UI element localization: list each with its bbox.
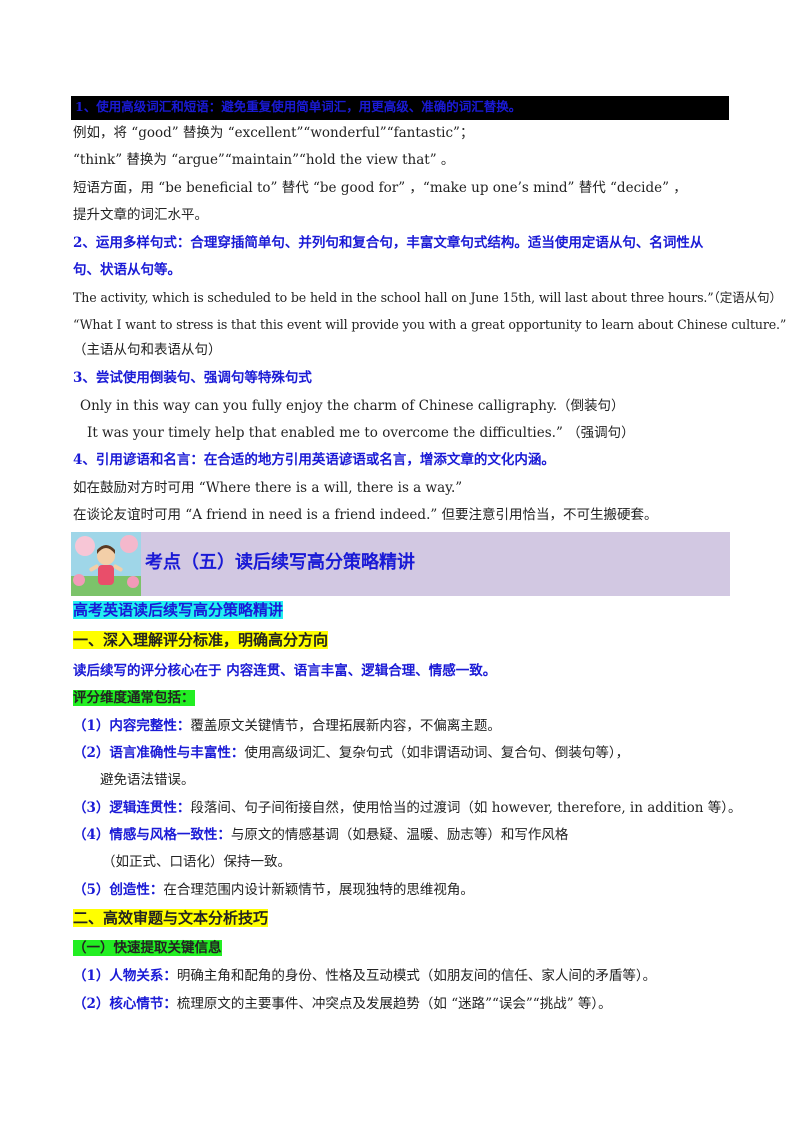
dimension-item-cont: （如正式、口语化）保持一致。: [102, 854, 291, 870]
item-text: 明确主角和配角的身份、性格及互动模式（如朋友间的信任、家人间的矛盾等）。: [176, 968, 657, 984]
section1-line: “think” 替换为 “argue”“maintain”“hold the v…: [73, 152, 455, 168]
item-number: （2）: [73, 996, 110, 1012]
item-key: 创造性：: [109, 882, 164, 898]
item-number: （4）: [73, 827, 110, 843]
item-text: 在合理范围内设计新颖情节，展现独特的思维视角。: [163, 882, 474, 898]
item-text: 使用高级词汇、复杂句式（如非谓语动词、复合句、倒装句等），: [244, 745, 630, 761]
analysis-item: （2）核心情节：梳理原文的主要事件、冲突点及发展趋势（如 “迷路”“误会”“挑战…: [73, 994, 612, 1014]
section1-heading: 1、使用高级词汇和短语：避免重复使用简单词汇，用更高级、准确的词汇替换。: [71, 96, 729, 120]
core-statement: 读后续写的评分核心在于 内容连贯、语言丰富、逻辑合理、情感一致。: [73, 663, 497, 679]
item-key: 情感与风格一致性：: [109, 827, 231, 843]
banner-title: 考点（五）读后续写高分策略精讲: [145, 552, 415, 573]
item-text: 覆盖原文关键情节，合理拓展新内容，不偏离主题。: [190, 718, 501, 734]
dimension-item-cont: 避免语法错误。: [100, 772, 195, 788]
section2-example: The activity, which is scheduled to be h…: [73, 290, 782, 305]
item-key: 核心情节：: [109, 996, 177, 1012]
section1-line: 提升文章的词汇水平。: [73, 207, 208, 223]
dimension-item: （5）创造性：在合理范围内设计新颖情节，展现独特的思维视角。: [73, 880, 474, 900]
section2-heading-cont: 句、状语从句等。: [73, 262, 181, 278]
section1-line: 例如，将 “good” 替换为 “excellent”“wonderful”“f…: [73, 125, 474, 141]
section2-example: “What I want to stress is that this even…: [73, 317, 787, 332]
item-text: 段落间、句子间衔接自然，使用恰当的过渡词（如 however, therefor…: [190, 800, 742, 816]
heading-h1: 一、深入理解评分标准，明确高分方向: [73, 630, 329, 650]
section2-heading: 2、运用多样句式：合理穿插简单句、并列句和复合句，丰富文章句式结构。适当使用定语…: [73, 235, 704, 251]
dims-label-text: 评分维度通常包括：: [73, 690, 195, 706]
item-key: 人物关系：: [109, 968, 177, 984]
item-key: 语言准确性与丰富性：: [109, 745, 245, 761]
dims-label: 评分维度通常包括：: [73, 688, 195, 708]
topic-banner: 考点（五）读后续写高分策略精讲: [71, 532, 730, 596]
section2-example-note: （主语从句和表语从句）: [73, 342, 222, 358]
dimension-item: （2）语言准确性与丰富性：使用高级词汇、复杂句式（如非谓语动词、复合句、倒装句等…: [73, 743, 629, 763]
analysis-item: （1）人物关系：明确主角和配角的身份、性格及互动模式（如朋友间的信任、家人间的矛…: [73, 966, 656, 986]
item-number: （1）: [73, 968, 110, 984]
item-number: （2）: [73, 745, 110, 761]
item-text: 与原文的情感基调（如悬疑、温暖、励志等）和写作风格: [230, 827, 569, 843]
item-number: （1）: [73, 718, 110, 734]
item-key: 逻辑连贯性：: [109, 800, 191, 816]
item-number: （3）: [73, 800, 110, 816]
section3-example: Only in this way can you fully enjoy the…: [80, 398, 625, 414]
item-number: （5）: [73, 882, 110, 898]
dimension-item: （3）逻辑连贯性：段落间、句子间衔接自然，使用恰当的过渡词（如 however,…: [73, 798, 742, 818]
heading-h2-sub: （一）快速提取关键信息: [73, 938, 222, 958]
heading-h1-text: 一、深入理解评分标准，明确高分方向: [73, 631, 329, 649]
section4-example: 如在鼓励对方时可用 “Where there is a will, there …: [73, 480, 463, 496]
section1-line: 短语方面，用 “be beneficial to” 替代 “be good fo…: [73, 180, 687, 196]
item-key: 内容完整性：: [109, 718, 191, 734]
dimension-item: （1）内容完整性：覆盖原文关键情节，合理拓展新内容，不偏离主题。: [73, 716, 501, 736]
section3-heading: 3、尝试使用倒装句、强调句等特殊句式: [73, 370, 312, 386]
banner-illustration: [71, 532, 141, 596]
section3-example: It was your timely help that enabled me …: [87, 425, 635, 441]
section4-example: 在谈论友谊时可用 “A friend in need is a friend i…: [73, 507, 658, 523]
section4-heading: 4、引用谚语和名言：在合适的地方引用英语谚语或名言，增添文章的文化内涵。: [73, 452, 555, 468]
heading-h2-sub-text: （一）快速提取关键信息: [73, 940, 222, 956]
item-text: 梳理原文的主要事件、冲突点及发展趋势（如 “迷路”“误会”“挑战” 等）。: [176, 996, 612, 1012]
dimension-item: （4）情感与风格一致性：与原文的情感基调（如悬疑、温暖、励志等）和写作风格: [73, 825, 568, 845]
heading-h2: 二、高效审题与文本分析技巧: [73, 908, 269, 928]
heading-h2-text: 二、高效审题与文本分析技巧: [73, 909, 269, 927]
part-subtitle-text: 高考英语读后续写高分策略精讲: [73, 601, 284, 619]
part-subtitle: 高考英语读后续写高分策略精讲: [73, 600, 284, 620]
